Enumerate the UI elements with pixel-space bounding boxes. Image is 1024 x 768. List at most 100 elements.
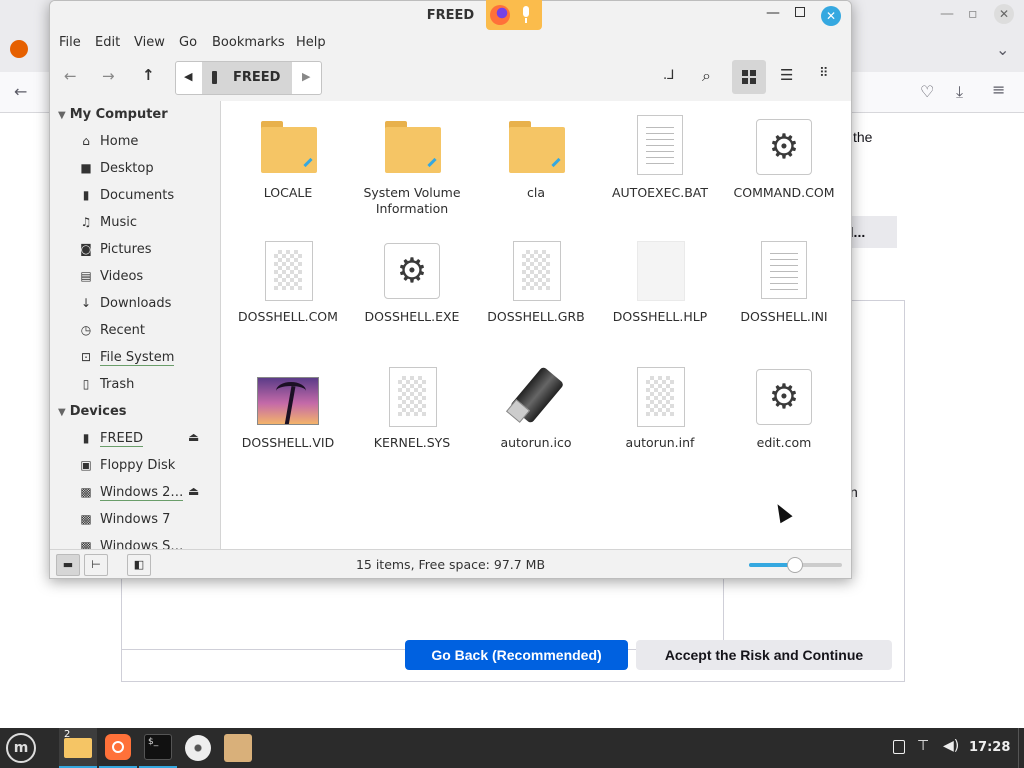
sidebar-item-windows-7[interactable]: ▩ Windows 7 xyxy=(78,507,218,531)
menu-help[interactable]: Help xyxy=(296,35,326,50)
minimize-icon[interactable]: — xyxy=(940,6,954,22)
sidebar-item-trash[interactable]: ▯ Trash xyxy=(78,372,218,396)
zoom-slider[interactable] xyxy=(749,557,842,573)
pocket-icon[interactable]: ♡ xyxy=(920,82,934,101)
back-arrow-icon[interactable]: ← xyxy=(14,82,27,101)
file-item[interactable]: ⚙ DOSSHELL.EXE xyxy=(350,241,474,325)
sidebar-item-floppy-disk[interactable]: ▣ Floppy Disk xyxy=(78,453,218,477)
mint-menu-icon[interactable]: m xyxy=(6,733,36,763)
icon-view-button[interactable] xyxy=(732,60,766,94)
hamburger-menu-icon[interactable]: ≡ xyxy=(992,80,1005,99)
file-item[interactable]: DOSSHELL.VID xyxy=(226,367,350,451)
search-icon[interactable]: ⌕ xyxy=(702,66,711,86)
file-item[interactable]: cla xyxy=(474,117,598,201)
go-back-button[interactable]: Go Back (Recommended) xyxy=(405,640,628,670)
file-item[interactable]: DOSSHELL.HLP xyxy=(598,241,722,325)
sidebar-item-home[interactable]: ⌂ Home xyxy=(78,129,218,153)
file-item[interactable]: autorun.inf xyxy=(598,367,722,451)
sidebar-item-music[interactable]: ♫ Music xyxy=(78,210,218,234)
volume-icon[interactable]: ◀) xyxy=(943,738,959,754)
sidebar-item-label: Windows 7 xyxy=(100,512,171,527)
file-item[interactable]: ⚙ COMMAND.COM xyxy=(722,117,846,201)
file-name: DOSSHELL.COM xyxy=(238,309,338,324)
sidebar-section-my-computer[interactable]: ▼ My Computer xyxy=(58,107,168,122)
clock[interactable]: 17:28 xyxy=(969,740,1010,755)
sidebar-item-downloads[interactable]: ↓ Downloads xyxy=(78,291,218,315)
forward-arrow-icon[interactable]: → xyxy=(102,67,115,85)
collapse-arrow-icon: ▼ xyxy=(58,110,66,121)
sidebar-item-label: Videos xyxy=(100,269,144,284)
unknown-file-icon xyxy=(501,241,571,305)
menu-bar: File Edit View Go Bookmarks Help xyxy=(50,31,851,55)
status-text: 15 items, Free space: 97.7 MB xyxy=(355,557,546,572)
taskbar-firefox-button[interactable] xyxy=(99,728,137,768)
menu-bookmarks[interactable]: Bookmarks xyxy=(212,35,285,50)
up-arrow-icon[interactable]: ↑ xyxy=(142,66,155,84)
terminal-icon: $_ xyxy=(144,734,172,760)
taskbar-disc-button[interactable] xyxy=(179,728,217,768)
file-name: DOSSHELL.VID xyxy=(241,435,335,450)
sidebar-item-desktop[interactable]: ■ Desktop xyxy=(78,156,218,180)
maximize-icon[interactable]: ▫ xyxy=(968,6,978,22)
sidebar: ▼ My Computer ⌂ Home ■ Desktop ▮ Documents ♫… xyxy=(50,101,221,549)
warning-text-fragment: the xyxy=(853,129,873,145)
title-bar[interactable]: FREED — ✕ xyxy=(50,1,851,31)
sidebar-item-pictures[interactable]: ◙ Pictures xyxy=(78,237,218,261)
eject-icon[interactable]: ⏏ xyxy=(188,484,199,498)
close-icon[interactable]: ✕ xyxy=(994,4,1014,24)
sharing-indicator[interactable] xyxy=(486,0,542,30)
list-view-icon[interactable]: ☰ xyxy=(780,66,793,84)
path-left-arrow-icon[interactable]: ◀ xyxy=(184,70,192,83)
download-icon[interactable]: ⤓ xyxy=(956,82,963,102)
file-item[interactable]: DOSSHELL.INI xyxy=(722,241,846,325)
file-item[interactable]: DOSSHELL.COM xyxy=(226,241,350,325)
taskbar-terminal-button[interactable]: $_ xyxy=(139,728,177,768)
advanced-button[interactable]: d... xyxy=(845,216,897,248)
sidebar-item-documents[interactable]: ▮ Documents xyxy=(78,183,218,207)
file-item[interactable]: autorun.ico xyxy=(474,366,598,451)
path-segment-freed[interactable]: FREED xyxy=(202,62,292,94)
file-name: COMMAND.COM xyxy=(733,185,835,200)
file-item[interactable]: ⚙ edit.com xyxy=(722,367,846,451)
taskbar-archive-button[interactable] xyxy=(219,728,257,768)
accept-risk-button[interactable]: Accept the Risk and Continue xyxy=(636,640,892,670)
menu-edit[interactable]: Edit xyxy=(95,35,120,50)
menu-file[interactable]: File xyxy=(59,35,81,50)
notifications-icon[interactable] xyxy=(893,740,905,754)
back-arrow-icon[interactable]: ← xyxy=(64,67,77,85)
firefox-tab-icon[interactable] xyxy=(10,40,28,58)
compact-view-icon[interactable]: ⠿ xyxy=(819,66,829,81)
file-name: LOCALE xyxy=(263,185,313,200)
maximize-icon[interactable] xyxy=(795,7,805,17)
sidebar-item-videos[interactable]: ▤ Videos xyxy=(78,264,218,288)
sidebar-item-file-system[interactable]: ⊡ File System xyxy=(78,345,218,369)
desktop-icon: ■ xyxy=(80,161,92,175)
show-desktop-button[interactable] xyxy=(1018,728,1024,768)
file-name: cla xyxy=(526,185,545,200)
taskbar-files-button[interactable]: 2 xyxy=(59,728,97,768)
network-icon[interactable]: ⊤ xyxy=(917,738,929,754)
menu-view[interactable]: View xyxy=(134,35,165,50)
toggle-location-entry-icon[interactable]: .⅃ xyxy=(663,68,674,83)
gear-icon: ⚙ xyxy=(749,367,819,431)
file-item[interactable]: DOSSHELL.GRB xyxy=(474,241,598,325)
file-name: System Volume Information xyxy=(363,185,461,216)
toolbar: ← → ↑ ◀ FREED ▶ .⅃ ⌕ ☰ ⠿ xyxy=(50,55,851,102)
eject-icon[interactable]: ⏏ xyxy=(188,430,199,444)
path-right-arrow-icon[interactable]: ▶ xyxy=(302,70,310,83)
sidebar-section-devices[interactable]: ▼ Devices xyxy=(58,404,127,419)
minimize-icon[interactable]: — xyxy=(766,5,780,21)
file-item[interactable]: LOCALE xyxy=(226,117,350,201)
menu-go[interactable]: Go xyxy=(179,35,197,50)
sidebar-item-recent[interactable]: ◷ Recent xyxy=(78,318,218,342)
file-item[interactable]: KERNEL.SYS xyxy=(350,367,474,451)
file-item[interactable]: System Volume Information xyxy=(350,117,474,217)
sidebar-item-windows-s[interactable]: ▩ Windows S… xyxy=(78,534,218,549)
file-item[interactable]: AUTOEXEC.BAT xyxy=(598,115,722,201)
tab-list-icon[interactable]: ⌄ xyxy=(996,40,1009,59)
zoom-slider-handle[interactable] xyxy=(787,557,803,573)
file-name: KERNEL.SYS xyxy=(373,435,451,450)
gear-icon: ⚙ xyxy=(377,241,447,305)
archive-icon xyxy=(224,734,252,762)
close-icon[interactable]: ✕ xyxy=(821,6,841,26)
